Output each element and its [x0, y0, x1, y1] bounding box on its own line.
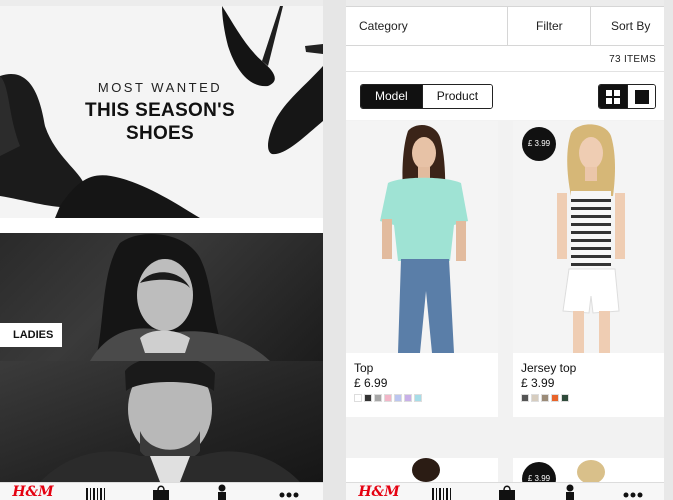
- category-button[interactable]: Category: [359, 7, 408, 45]
- ladies-label[interactable]: LADIES: [0, 323, 62, 347]
- price-badge: £ 3.99: [522, 127, 556, 161]
- filter-divider: [507, 7, 508, 45]
- banner-text: MOST WANTED THIS SEASON'S SHOES: [60, 80, 260, 145]
- hm-logo-text: H&M: [358, 484, 400, 500]
- item-count: 73 ITEMS: [609, 54, 656, 65]
- more-icon[interactable]: [277, 482, 301, 500]
- sort-divider: [590, 7, 591, 45]
- product-price: £ 6.99: [354, 376, 388, 390]
- hm-logo-icon[interactable]: H&M: [358, 482, 399, 500]
- shopping-bag-icon[interactable]: [150, 482, 172, 500]
- color-swatch[interactable]: [521, 394, 529, 402]
- hm-logo-text: H&M: [12, 484, 54, 500]
- shopping-bag-icon[interactable]: [496, 482, 518, 500]
- barcode-icon[interactable]: [430, 482, 454, 500]
- color-swatch[interactable]: [551, 394, 559, 402]
- color-swatch[interactable]: [374, 394, 382, 402]
- color-swatch[interactable]: [384, 394, 392, 402]
- men-photo: [40, 361, 300, 482]
- color-swatch[interactable]: [541, 394, 549, 402]
- product-price: £ 3.99: [521, 376, 555, 390]
- color-swatches: [521, 394, 569, 402]
- grid-4-icon[interactable]: [599, 85, 627, 108]
- color-swatch[interactable]: [394, 394, 402, 402]
- bottom-tab-bar: H&M: [0, 482, 323, 500]
- men-category-banner[interactable]: [0, 361, 323, 482]
- page-edge: [664, 0, 673, 500]
- model-view-button[interactable]: Model: [361, 85, 422, 108]
- profile-icon[interactable]: [213, 482, 231, 500]
- view-bar: Model Product: [346, 72, 664, 120]
- product-card[interactable]: £ 3.99 Jersey top £ 3.99: [513, 121, 664, 417]
- shoes-banner[interactable]: MOST WANTED THIS SEASON'S SHOES: [0, 6, 323, 218]
- hm-logo-icon[interactable]: H&M: [12, 482, 53, 500]
- color-swatches: [354, 394, 422, 402]
- barcode-icon[interactable]: [84, 482, 108, 500]
- color-swatch[interactable]: [404, 394, 412, 402]
- color-swatch[interactable]: [531, 394, 539, 402]
- more-icon[interactable]: [621, 482, 645, 500]
- profile-icon[interactable]: [561, 482, 579, 500]
- banner-title-line1: THIS SEASON'S: [85, 100, 235, 121]
- banner-title-line2: SHOES: [125, 123, 195, 144]
- color-swatch[interactable]: [414, 394, 422, 402]
- bottom-tab-bar: H&M: [346, 482, 664, 500]
- grid-size-toggle: [598, 84, 656, 109]
- view-mode-toggle: Model Product: [360, 84, 494, 109]
- product-name: Top: [354, 361, 374, 375]
- screen-divider: [323, 0, 346, 500]
- count-bar: 73 ITEMS: [346, 46, 664, 72]
- product-name: Jersey top: [521, 361, 577, 375]
- product-list-screen: Category Filter Sort By 73 ITEMS Model P…: [346, 0, 664, 500]
- color-swatch[interactable]: [561, 394, 569, 402]
- filter-button[interactable]: Filter: [536, 7, 563, 45]
- color-swatch[interactable]: [364, 394, 372, 402]
- banner-kicker: MOST WANTED: [97, 80, 223, 95]
- sort-button[interactable]: Sort By: [611, 7, 650, 45]
- banner-title: THIS SEASON'S SHOES: [60, 99, 260, 145]
- grid-1-icon[interactable]: [627, 85, 655, 108]
- filter-bar: Category Filter Sort By: [346, 6, 664, 46]
- product-card[interactable]: Top £ 6.99: [346, 121, 498, 417]
- product-view-button[interactable]: Product: [421, 85, 493, 108]
- model-photo: [380, 125, 468, 353]
- product-image: £ 3.99: [513, 121, 664, 353]
- product-image: [346, 121, 498, 353]
- color-swatch[interactable]: [354, 394, 362, 402]
- home-screen: MOST WANTED THIS SEASON'S SHOES LADIES H: [0, 0, 323, 500]
